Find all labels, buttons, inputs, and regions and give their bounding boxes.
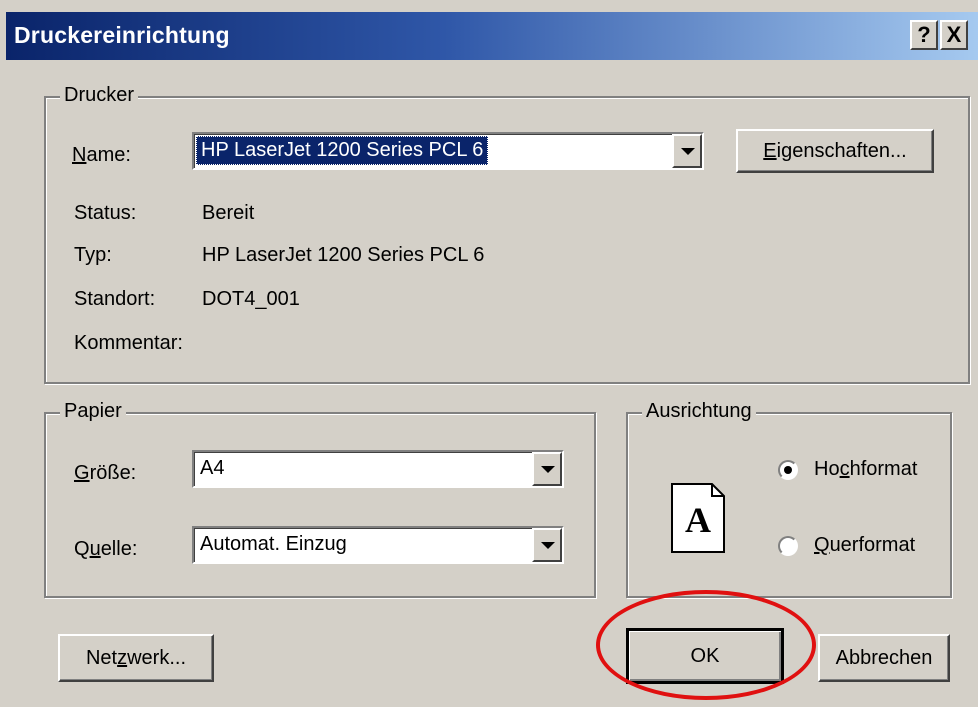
properties-button[interactable]: Eigenschaften... [736, 129, 934, 173]
orientation-group-legend: Ausrichtung [642, 400, 756, 423]
status-label: Status: [74, 202, 137, 224]
comment-label: Kommentar: [74, 332, 183, 354]
printer-name-select[interactable]: HP LaserJet 1200 Series PCL 6 [192, 132, 704, 170]
landscape-radio[interactable] [778, 536, 798, 556]
type-value: HP LaserJet 1200 Series PCL 6 [202, 244, 485, 266]
paper-size-select[interactable]: A4 [192, 450, 564, 488]
close-button[interactable]: X [940, 20, 968, 50]
name-label: Name: [72, 144, 131, 166]
location-value: DOT4_001 [202, 288, 300, 310]
paper-source-value: Automat. Einzug [200, 533, 347, 555]
printer-group-legend: Drucker [60, 84, 139, 107]
page-icon-letter: A [685, 500, 711, 540]
network-button[interactable]: Netzwerk... [58, 634, 214, 682]
size-label: Größe: [74, 462, 137, 484]
paper-group-legend: Papier [60, 400, 126, 423]
landscape-label[interactable]: Querformat [814, 534, 915, 557]
paper-source-select[interactable]: Automat. Einzug [192, 526, 564, 564]
location-label: Standort: [74, 288, 156, 310]
portrait-radio[interactable] [778, 460, 798, 480]
dialog-title: Druckereinrichtung [14, 22, 230, 48]
radio-selected-dot [784, 466, 792, 474]
paper-source-dropdown-button[interactable] [532, 528, 562, 562]
close-icon: X [946, 22, 962, 47]
print-setup-dialog: Druckereinrichtung ? X Drucker Name: HP … [0, 0, 978, 707]
printer-name-value: HP LaserJet 1200 Series PCL 6 [196, 136, 489, 165]
chevron-down-icon [541, 542, 555, 549]
chevron-down-icon [681, 148, 695, 155]
type-label: Typ: [74, 244, 112, 266]
source-label: Quelle: [74, 538, 138, 560]
paper-size-value: A4 [200, 457, 225, 479]
paper-size-dropdown-button[interactable] [532, 452, 562, 486]
title-bar: Druckereinrichtung ? X [6, 12, 978, 60]
help-button[interactable]: ? [910, 20, 938, 50]
cancel-button[interactable]: Abbrechen [818, 634, 950, 682]
ok-button[interactable]: OK [626, 628, 784, 684]
chevron-down-icon [541, 466, 555, 473]
portrait-page-icon: A [671, 483, 725, 553]
portrait-label[interactable]: Hochformat [814, 458, 917, 481]
printer-name-dropdown-button[interactable] [672, 134, 702, 168]
status-value: Bereit [202, 202, 255, 224]
paper-group: Papier [44, 400, 596, 598]
